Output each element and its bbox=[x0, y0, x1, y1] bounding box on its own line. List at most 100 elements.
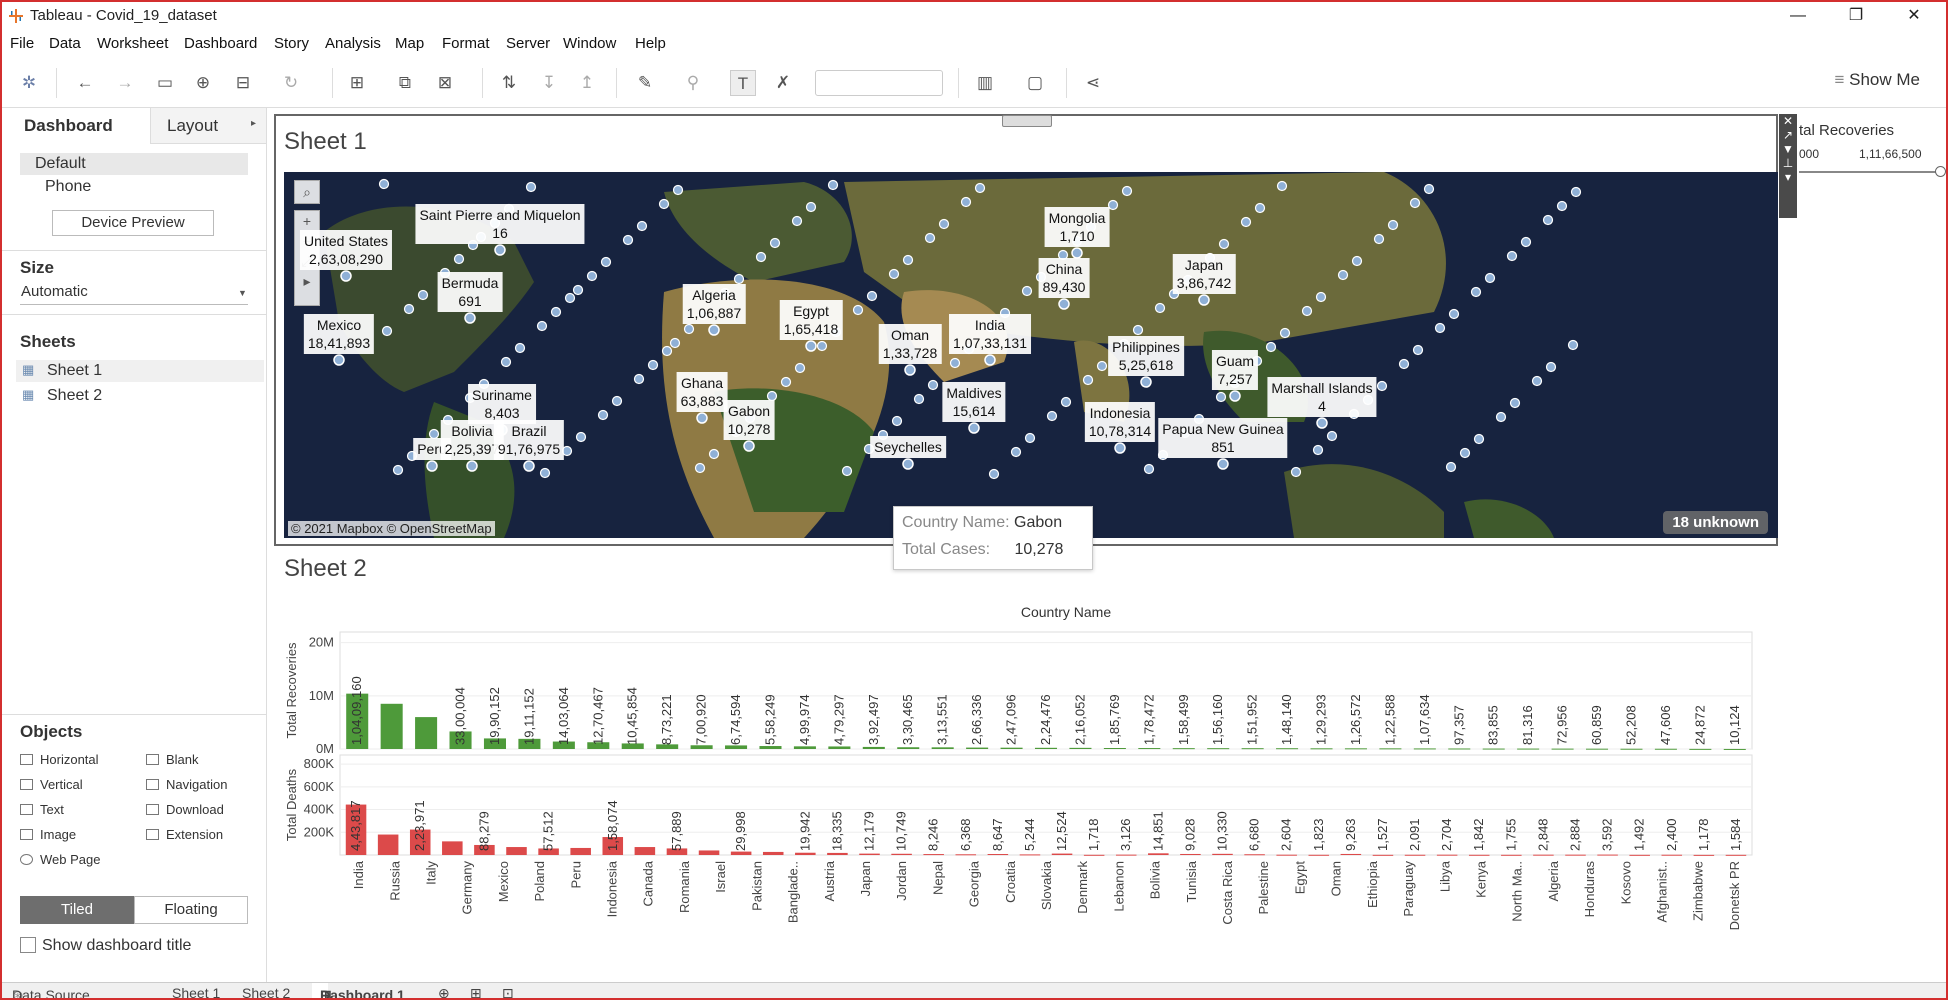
tab-sheet2[interactable]: Sheet 2 bbox=[242, 985, 290, 998]
bar[interactable] bbox=[1551, 748, 1574, 750]
presentation-mode-icon[interactable]: ▢ bbox=[1022, 70, 1048, 96]
country-mark[interactable] bbox=[633, 373, 645, 385]
country-mark[interactable] bbox=[575, 431, 587, 443]
bar[interactable] bbox=[698, 850, 720, 855]
country-mark[interactable] bbox=[661, 345, 673, 357]
bar[interactable] bbox=[897, 747, 920, 749]
bar[interactable] bbox=[1661, 854, 1683, 856]
bar[interactable] bbox=[966, 747, 989, 749]
undo-icon[interactable]: ← bbox=[72, 70, 98, 96]
country-mark[interactable] bbox=[1290, 466, 1302, 478]
bar[interactable] bbox=[380, 703, 403, 749]
country-mark[interactable] bbox=[1060, 396, 1072, 408]
menu-data[interactable]: Data bbox=[49, 35, 81, 52]
bar-chart[interactable]: Country Name 0M 10M 20M Total Recoveries 1,0… bbox=[274, 547, 1778, 977]
country-mark[interactable] bbox=[1218, 238, 1230, 250]
country-mark[interactable] bbox=[1373, 233, 1385, 245]
bar[interactable] bbox=[1115, 854, 1137, 856]
country-mark[interactable] bbox=[888, 268, 900, 280]
country-mark[interactable] bbox=[1412, 344, 1424, 356]
unknown-badge[interactable]: 18 unknown bbox=[1663, 511, 1768, 534]
sheet-item-sheet1[interactable]: Sheet 1 bbox=[47, 362, 102, 380]
tab-layout[interactable]: Layout bbox=[150, 108, 266, 144]
country-mark[interactable] bbox=[1301, 305, 1313, 317]
menu-server[interactable]: Server bbox=[506, 35, 550, 52]
bar[interactable] bbox=[1103, 748, 1126, 750]
country-mark[interactable] bbox=[381, 325, 393, 337]
country-mark[interactable] bbox=[647, 359, 659, 371]
country-mark[interactable] bbox=[1140, 376, 1152, 388]
go-to-sheet-icon[interactable]: ↗ bbox=[1779, 128, 1797, 142]
country-mark[interactable] bbox=[611, 395, 623, 407]
show-me-button[interactable]: ≡ Show Me bbox=[1834, 70, 1920, 90]
bar[interactable] bbox=[1725, 854, 1747, 856]
bar[interactable] bbox=[570, 847, 591, 855]
country-mark[interactable] bbox=[949, 357, 961, 369]
highlight-icon[interactable]: ✎ bbox=[632, 70, 658, 96]
covid-map[interactable]: ⌕ + − ⤢ ▸ United States2,63,08,290Saint … bbox=[284, 172, 1778, 538]
country-mark[interactable] bbox=[938, 218, 950, 230]
country-mark[interactable] bbox=[672, 184, 684, 196]
country-mark[interactable] bbox=[1542, 214, 1554, 226]
country-mark[interactable] bbox=[1326, 430, 1338, 442]
bar[interactable] bbox=[793, 746, 816, 749]
country-mark[interactable] bbox=[1459, 447, 1471, 459]
tiled-button[interactable]: Tiled bbox=[20, 896, 134, 924]
country-mark[interactable] bbox=[453, 253, 465, 265]
bar[interactable] bbox=[759, 746, 782, 749]
object-download[interactable]: Download bbox=[146, 802, 224, 817]
remove-icon[interactable]: ✕ bbox=[1779, 114, 1797, 128]
bar[interactable] bbox=[1244, 854, 1265, 856]
object-blank[interactable]: Blank bbox=[146, 752, 199, 767]
chevron-down-icon[interactable]: ▼ bbox=[238, 288, 247, 298]
bar[interactable] bbox=[1436, 854, 1458, 856]
bar[interactable] bbox=[828, 746, 851, 749]
country-mark[interactable] bbox=[902, 458, 914, 470]
country-mark[interactable] bbox=[1570, 186, 1582, 198]
bar[interactable] bbox=[762, 851, 784, 855]
country-mark[interactable] bbox=[426, 460, 438, 472]
object-horizontal[interactable]: Horizontal bbox=[20, 752, 99, 767]
bar[interactable] bbox=[1404, 854, 1426, 856]
maximize-button[interactable]: ❐ bbox=[1830, 2, 1882, 30]
country-mark[interactable] bbox=[1387, 219, 1399, 231]
country-mark[interactable] bbox=[464, 312, 476, 324]
swap-icon[interactable]: ⇅ bbox=[496, 70, 522, 96]
country-mark[interactable] bbox=[1473, 433, 1485, 445]
country-mark[interactable] bbox=[1215, 391, 1227, 403]
country-mark[interactable] bbox=[1312, 444, 1324, 456]
country-mark[interactable] bbox=[1316, 417, 1328, 429]
sheet2-container[interactable]: Sheet 2 Country Name 0M 10M 20M Total Recov… bbox=[274, 547, 1778, 977]
bar[interactable] bbox=[1000, 747, 1023, 749]
sheet-item-sheet2[interactable]: Sheet 2 bbox=[47, 387, 102, 405]
bar[interactable] bbox=[1597, 854, 1618, 856]
bar[interactable] bbox=[1310, 748, 1333, 750]
bar[interactable] bbox=[1276, 854, 1297, 856]
country-mark[interactable] bbox=[805, 340, 817, 352]
menu-worksheet[interactable]: Worksheet bbox=[97, 35, 168, 52]
country-mark[interactable] bbox=[780, 376, 792, 388]
country-mark[interactable] bbox=[891, 415, 903, 427]
country-mark[interactable] bbox=[696, 412, 708, 424]
country-mark[interactable] bbox=[1495, 411, 1507, 423]
bar[interactable] bbox=[1034, 747, 1058, 749]
country-mark[interactable] bbox=[1046, 410, 1058, 422]
country-mark[interactable] bbox=[1445, 461, 1457, 473]
country-mark[interactable] bbox=[550, 306, 562, 318]
country-mark[interactable] bbox=[636, 220, 648, 232]
country-mark[interactable] bbox=[523, 460, 535, 472]
country-mark[interactable] bbox=[1545, 361, 1557, 373]
country-mark[interactable] bbox=[866, 290, 878, 302]
country-mark[interactable] bbox=[586, 270, 598, 282]
country-mark[interactable] bbox=[466, 460, 478, 472]
bar[interactable] bbox=[1019, 854, 1041, 856]
country-mark[interactable] bbox=[500, 356, 512, 368]
country-mark[interactable] bbox=[902, 254, 914, 266]
bar[interactable] bbox=[1689, 748, 1712, 750]
country-mark[interactable] bbox=[1315, 291, 1327, 303]
country-mark[interactable] bbox=[827, 179, 839, 191]
country-mark[interactable] bbox=[988, 468, 1000, 480]
bar[interactable] bbox=[955, 854, 977, 856]
bar[interactable] bbox=[795, 852, 816, 855]
tableau-icon[interactable]: ✲ bbox=[16, 70, 42, 96]
